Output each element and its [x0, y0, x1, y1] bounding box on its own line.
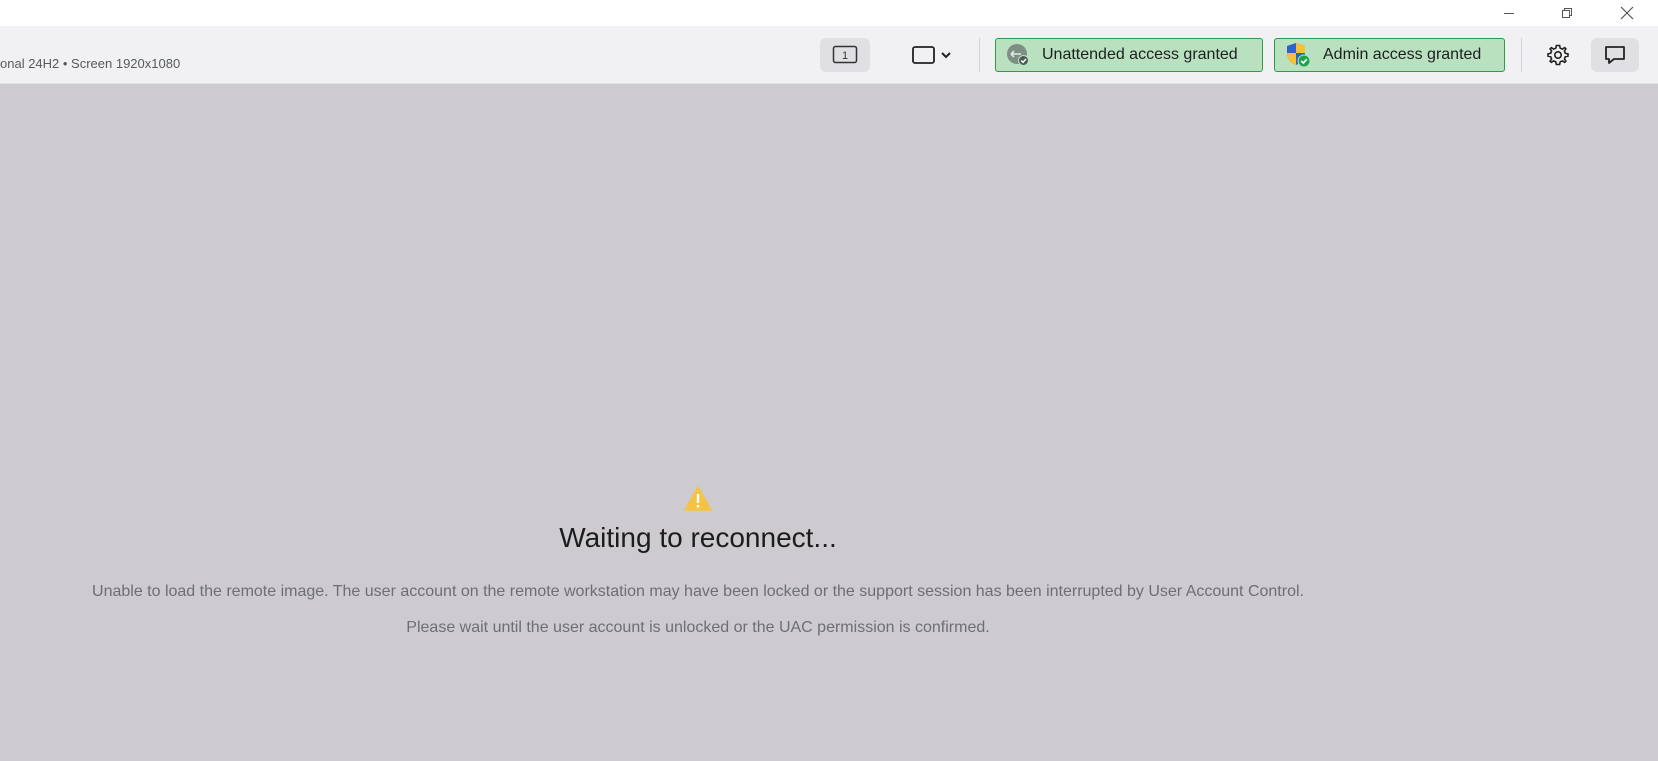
minimize-button[interactable] [1486, 0, 1532, 26]
close-icon [1620, 6, 1634, 20]
settings-button[interactable] [1533, 38, 1583, 72]
view-mode-dropdown[interactable] [906, 38, 958, 72]
toolbar-separator [1521, 38, 1522, 72]
unattended-access-label: Unattended access granted [1042, 46, 1238, 63]
status-message-line-1: Unable to load the remote image. The use… [92, 583, 1304, 600]
window-titlebar [0, 0, 1658, 26]
admin-shield-icon [1287, 43, 1311, 68]
warning-icon [684, 486, 712, 511]
session-toolbar: onal 24H2 • Screen 1920x1080 1 Unattende… [0, 26, 1658, 84]
unattended-access-badge[interactable]: Unattended access granted [995, 38, 1263, 72]
monitor-select-button[interactable]: 1 [820, 38, 870, 72]
monitor-number: 1 [842, 50, 848, 62]
unattended-access-icon [1007, 44, 1029, 66]
admin-access-badge[interactable]: Admin access granted [1274, 38, 1505, 72]
chevron-down-icon [941, 52, 951, 59]
status-headline: Waiting to reconnect... [559, 522, 837, 553]
chat-button[interactable] [1591, 38, 1639, 72]
toolbar-separator [979, 38, 980, 72]
remote-screen-area[interactable]: Waiting to reconnect... Unable to load t… [0, 84, 1658, 761]
gear-icon [1547, 44, 1569, 66]
chat-icon [1605, 46, 1625, 64]
monitor-icon: 1 [832, 45, 858, 64]
restore-icon [1562, 8, 1572, 18]
admin-access-label: Admin access granted [1323, 46, 1482, 63]
minimize-icon [1504, 13, 1514, 14]
status-message-line-2: Please wait until the user account is un… [406, 619, 990, 636]
restore-button[interactable] [1544, 0, 1590, 26]
close-window-button[interactable] [1604, 0, 1650, 26]
session-info-text: onal 24H2 • Screen 1920x1080 [0, 56, 181, 71]
view-mode-icon [912, 46, 935, 64]
